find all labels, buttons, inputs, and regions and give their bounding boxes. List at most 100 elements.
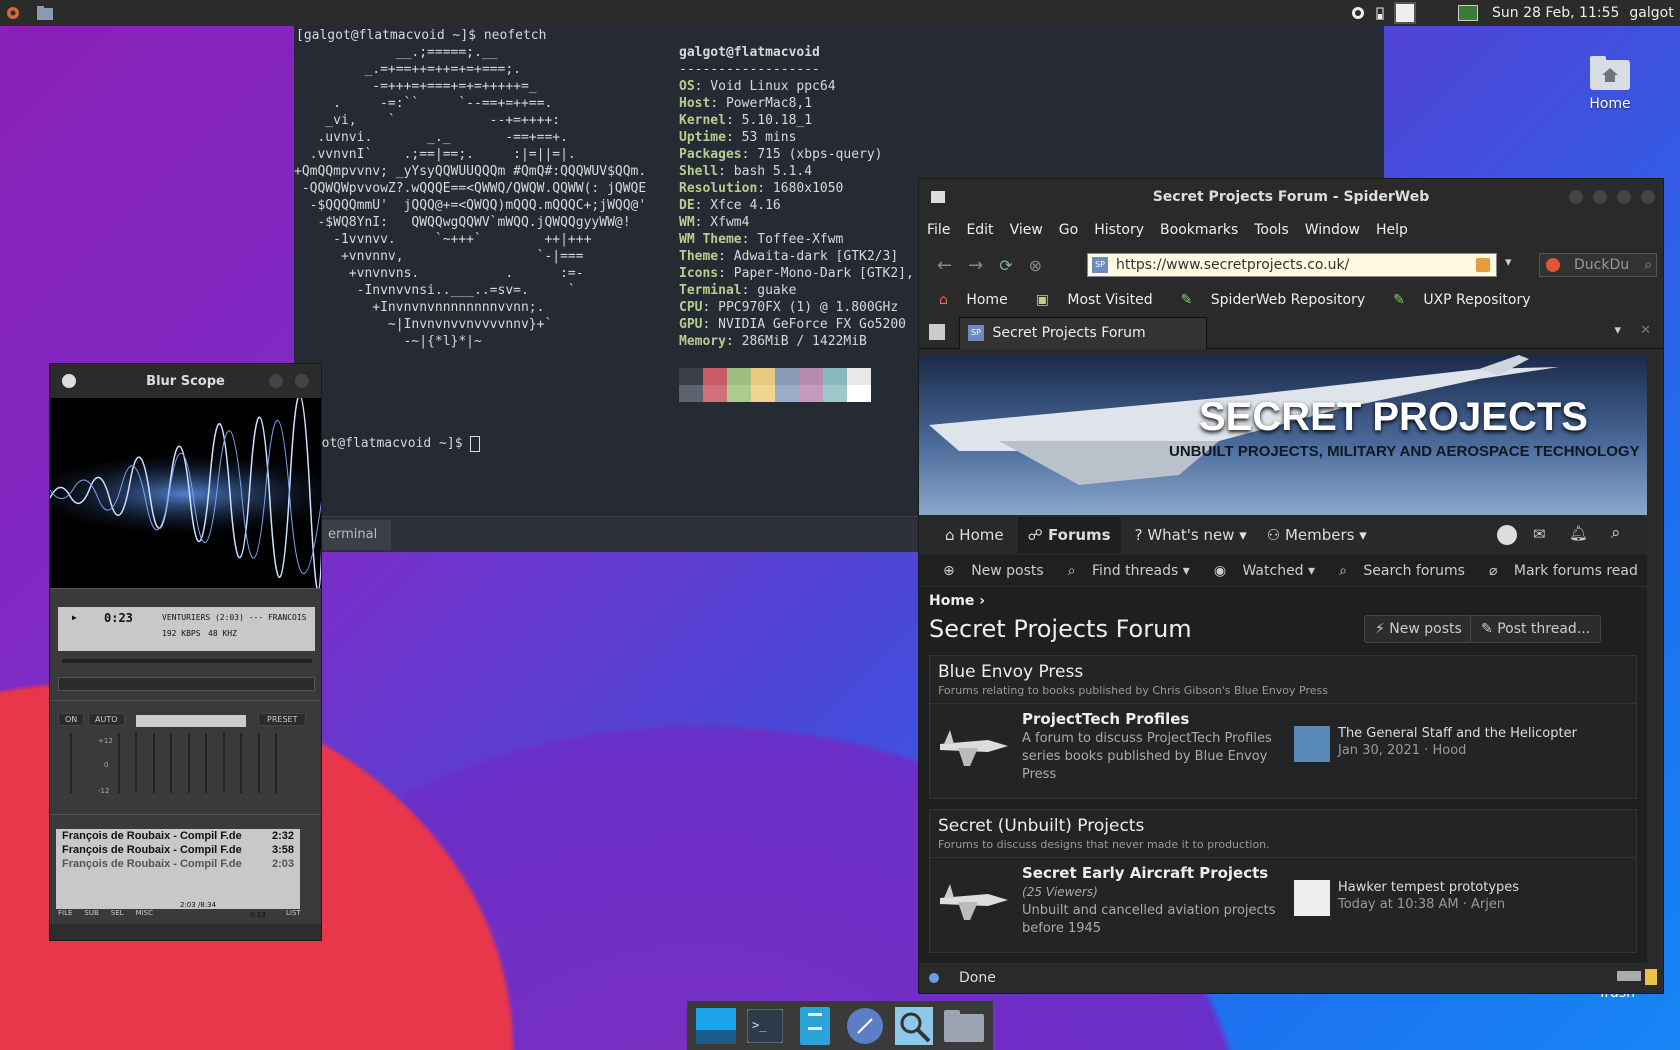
subnav-mark-read[interactable]: ⌀ Mark forums read — [1477, 563, 1638, 579]
bookmark-item[interactable]: ✎ SpiderWeb Repository — [1181, 292, 1380, 308]
close-button[interactable] — [295, 374, 309, 388]
alerts-icon[interactable]: 🔔︎ — [1569, 524, 1588, 542]
user-name[interactable]: galgot — [1629, 5, 1673, 21]
category-header[interactable]: Secret (Unbuilt) Projects Forums to disc… — [930, 810, 1636, 858]
search-app-icon[interactable] — [894, 1006, 934, 1046]
breadcrumb[interactable]: Home › — [919, 587, 1647, 615]
url-bar[interactable]: SP https://www.secretprojects.co.uk/ — [1087, 253, 1497, 277]
eq-slider[interactable] — [240, 733, 242, 793]
new-posts-button[interactable]: ⚡ New posts — [1364, 615, 1473, 643]
search-engine-icon[interactable] — [1546, 258, 1560, 272]
terminal-icon[interactable]: >_ — [745, 1006, 785, 1046]
bookmark-item[interactable]: ✎ UXP Repository — [1393, 292, 1544, 308]
eq-slider[interactable] — [187, 733, 190, 793]
search-icon[interactable]: ⌕ — [1644, 254, 1652, 276]
browser-window[interactable]: Secret Projects Forum - SpiderWeb File Ed… — [918, 178, 1664, 994]
eq-slider[interactable] — [152, 733, 155, 793]
menu-item[interactable]: Edit — [966, 222, 993, 238]
eq-slider[interactable] — [170, 733, 172, 793]
playlist-box[interactable]: François de Roubaix - Compil F.de 2:32 Fra… — [56, 829, 300, 909]
eq-sliders[interactable] — [70, 733, 310, 797]
folder-icon[interactable] — [944, 1006, 985, 1046]
latest-thread-thumbnail[interactable] — [1294, 880, 1330, 916]
close-tab-icon[interactable]: ✕ — [1640, 323, 1651, 338]
eq-slider[interactable] — [70, 733, 72, 793]
tab-list-icon[interactable] — [929, 324, 945, 340]
site-identity-icon[interactable]: SP — [1092, 257, 1108, 273]
file-manager-icon[interactable] — [795, 1006, 835, 1046]
latest-thread-meta[interactable]: Today at 10:38 AM · Arjen — [1338, 897, 1519, 912]
window-list-icon[interactable] — [1394, 2, 1416, 24]
show-desktop-icon[interactable] — [695, 1006, 736, 1046]
latest-thread-thumbnail[interactable] — [1294, 726, 1330, 762]
shade-button[interactable] — [1569, 190, 1583, 204]
menu-item[interactable]: History — [1094, 222, 1144, 238]
eq-on-button[interactable]: ON — [58, 713, 85, 726]
nav-forums[interactable]: ☍ Forums — [1017, 517, 1121, 553]
app-menu-icon[interactable] — [0, 0, 26, 26]
site-banner[interactable]: SECRET PROJECTS UNBUILT PROJECTS, MILITA… — [919, 355, 1647, 515]
window-titlebar[interactable]: Secret Projects Forum - SpiderWeb — [919, 179, 1663, 215]
pl-file-button[interactable]: FILE — [58, 909, 72, 917]
lock-icon[interactable] — [1645, 969, 1657, 985]
menu-item[interactable]: Go — [1059, 222, 1078, 238]
menu-item[interactable]: Tools — [1254, 222, 1289, 238]
inbox-icon[interactable]: ✉ — [1533, 525, 1546, 543]
menu-item[interactable]: Bookmarks — [1160, 222, 1238, 238]
reload-button[interactable]: ⟳ — [999, 256, 1012, 275]
page-content[interactable]: SECRET PROJECTS UNBUILT PROJECTS, MILITA… — [919, 355, 1647, 963]
playlist-item[interactable]: François de Roubaix - Compil F.de 2:03 — [56, 857, 300, 871]
bookmark-item[interactable]: ▣ Most Visited — [1036, 292, 1167, 308]
maximize-button[interactable] — [1617, 190, 1631, 204]
anaconda-tray-icon[interactable] — [1348, 3, 1368, 23]
web-browser-icon[interactable] — [845, 1006, 885, 1046]
minimize-button[interactable] — [1593, 190, 1607, 204]
user-avatar-icon[interactable] — [1497, 525, 1517, 545]
playlist-item[interactable]: François de Roubaix - Compil F.de 2:32 — [56, 829, 300, 843]
eq-slider[interactable] — [205, 733, 207, 793]
close-button[interactable] — [1641, 190, 1655, 204]
terminal-tab[interactable]: erminal — [314, 520, 392, 550]
subnav-find-threads[interactable]: ⌕ Find threads ▾ — [1056, 563, 1190, 579]
search-box[interactable]: DuckDu ⌕ — [1539, 253, 1657, 277]
weather-icon[interactable] — [1458, 5, 1478, 21]
breadcrumb-home[interactable]: Home — [929, 593, 974, 609]
folder-icon[interactable] — [32, 0, 58, 26]
subnav-search-forums[interactable]: ⌕ Search forums — [1327, 563, 1465, 579]
eq-slider[interactable] — [257, 733, 260, 793]
url-dropdown-icon[interactable]: ▾ — [1505, 255, 1512, 270]
clock[interactable]: Sun 28 Feb, 11:55 — [1492, 5, 1619, 21]
pl-sel-button[interactable]: SEL — [111, 909, 124, 917]
tab-overflow-icon[interactable]: ▾ — [1614, 323, 1621, 338]
subnav-new-posts[interactable]: ⊕ New posts — [931, 563, 1044, 579]
seek-bar[interactable] — [62, 659, 312, 663]
eq-slider[interactable] — [117, 733, 120, 793]
desktop-home-icon[interactable]: Home — [1565, 52, 1655, 112]
eq-slider[interactable] — [135, 733, 137, 793]
nav-members[interactable]: ⚇ Members ▾ — [1267, 526, 1367, 544]
eq-slider[interactable] — [222, 733, 225, 793]
pl-misc-button[interactable]: MISC — [136, 909, 153, 917]
menu-item[interactable]: Help — [1376, 222, 1408, 238]
nav-home[interactable]: ⌂ Home — [945, 526, 1004, 544]
pl-list-button[interactable]: LIST — [286, 909, 301, 917]
stop-button[interactable]: ⊗ — [1029, 256, 1042, 275]
battery-icon[interactable] — [1372, 3, 1388, 23]
post-thread-button[interactable]: ✎ Post thread... — [1470, 615, 1602, 643]
window-titlebar[interactable]: Blur Scope — [50, 364, 321, 398]
menu-item[interactable]: File — [927, 222, 950, 238]
latest-thread-title[interactable]: The General Staff and the Helicopter — [1338, 726, 1577, 741]
category-title[interactable]: Blue Envoy Press — [938, 662, 1628, 682]
menu-item[interactable]: Window — [1305, 222, 1360, 238]
bookmark-item[interactable]: ⌂ Home — [939, 292, 1022, 308]
forward-button[interactable]: → — [968, 255, 983, 276]
eq-auto-button[interactable]: AUTO — [88, 713, 125, 726]
pl-sub-button[interactable]: SUB — [84, 909, 98, 917]
minimize-button[interactable] — [269, 374, 283, 388]
transport-controls[interactable] — [58, 677, 315, 691]
eq-slider[interactable] — [275, 733, 277, 793]
eq-preset-button[interactable]: PRESET — [258, 713, 307, 726]
forum-search-icon[interactable]: ⌕ — [1611, 523, 1621, 543]
window-menu-icon[interactable] — [931, 191, 945, 203]
category-header[interactable]: Blue Envoy Press Forums relating to book… — [930, 656, 1636, 704]
